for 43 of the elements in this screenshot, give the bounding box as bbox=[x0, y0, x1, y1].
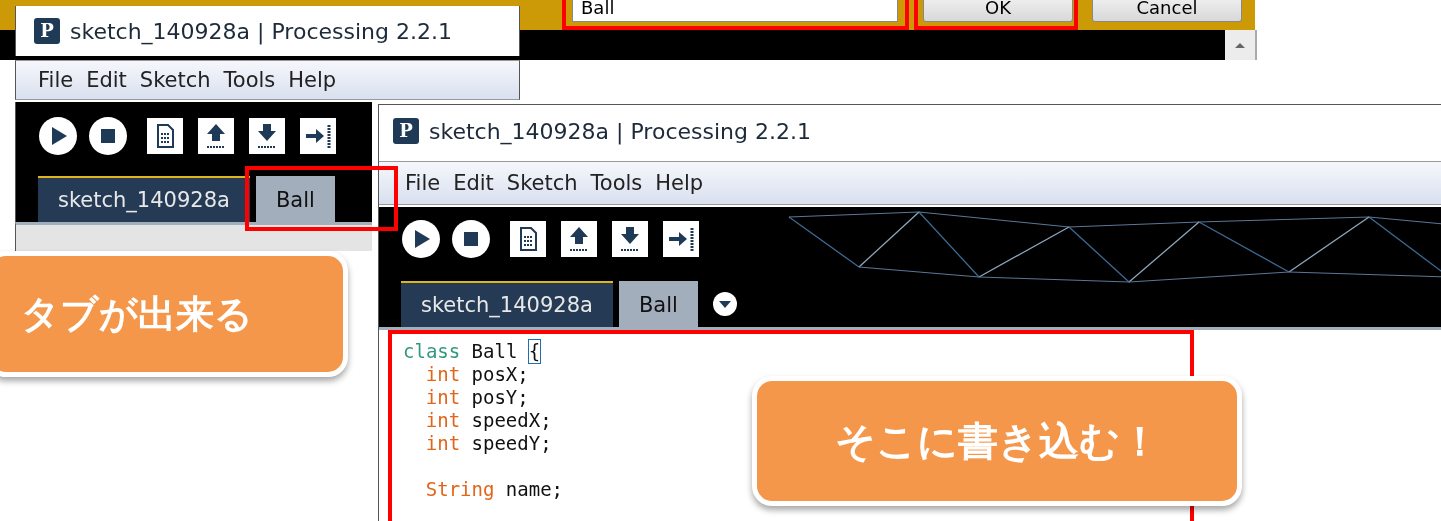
menu-item[interactable]: Edit bbox=[453, 171, 494, 195]
menu-item[interactable]: Sketch bbox=[506, 171, 578, 195]
menu-item[interactable]: Tools bbox=[590, 171, 643, 195]
menu-item[interactable]: File bbox=[405, 171, 441, 195]
stop-button[interactable] bbox=[451, 219, 491, 259]
scrollbar[interactable] bbox=[1225, 30, 1255, 60]
menu-item[interactable]: Sketch bbox=[139, 68, 211, 92]
tab[interactable]: sketch_140928a bbox=[38, 176, 250, 222]
code-line: class Ball { bbox=[403, 340, 541, 363]
menu-item[interactable]: Edit bbox=[86, 68, 127, 92]
export-button[interactable] bbox=[300, 118, 336, 154]
scroll-up-icon[interactable] bbox=[1234, 41, 1246, 49]
code-line: String name; bbox=[425, 478, 564, 501]
dropdown-icon[interactable] bbox=[711, 291, 738, 317]
stop-button[interactable] bbox=[88, 116, 128, 156]
tab[interactable]: Ball bbox=[255, 176, 335, 222]
window-title: sketch_140928a | Processing 2.2.1 bbox=[429, 118, 811, 144]
menu-item[interactable]: Tools bbox=[223, 68, 276, 92]
save-button[interactable] bbox=[249, 118, 285, 154]
code-line: int speedY; bbox=[425, 432, 552, 455]
run-button[interactable] bbox=[401, 219, 441, 259]
ok-button[interactable]: OK bbox=[923, 0, 1073, 22]
text-field[interactable]: Ball bbox=[572, 0, 898, 22]
menu-item[interactable]: Help bbox=[288, 68, 337, 92]
run-button[interactable] bbox=[38, 116, 78, 156]
code-editor[interactable] bbox=[15, 222, 372, 251]
cancel-button[interactable]: Cancel bbox=[1092, 0, 1242, 22]
app-icon: P bbox=[34, 18, 60, 44]
open-button[interactable] bbox=[198, 118, 234, 154]
window-title: sketch_140928a | Processing 2.2.1 bbox=[70, 18, 452, 44]
new-button[interactable] bbox=[147, 118, 183, 154]
code-line: int speedX; bbox=[425, 409, 552, 432]
open-button[interactable] bbox=[561, 221, 597, 257]
save-button[interactable] bbox=[612, 221, 648, 257]
tab[interactable]: Ball bbox=[618, 281, 698, 327]
new-button[interactable] bbox=[510, 221, 546, 257]
tab[interactable]: sketch_140928a bbox=[401, 281, 613, 327]
app-icon: P bbox=[393, 118, 419, 144]
menu-item[interactable]: File bbox=[38, 68, 74, 92]
code-line: int posX; bbox=[425, 363, 529, 386]
export-button[interactable] bbox=[663, 221, 699, 257]
code-line: int posY; bbox=[425, 386, 529, 409]
menu-item[interactable]: Help bbox=[655, 171, 704, 195]
